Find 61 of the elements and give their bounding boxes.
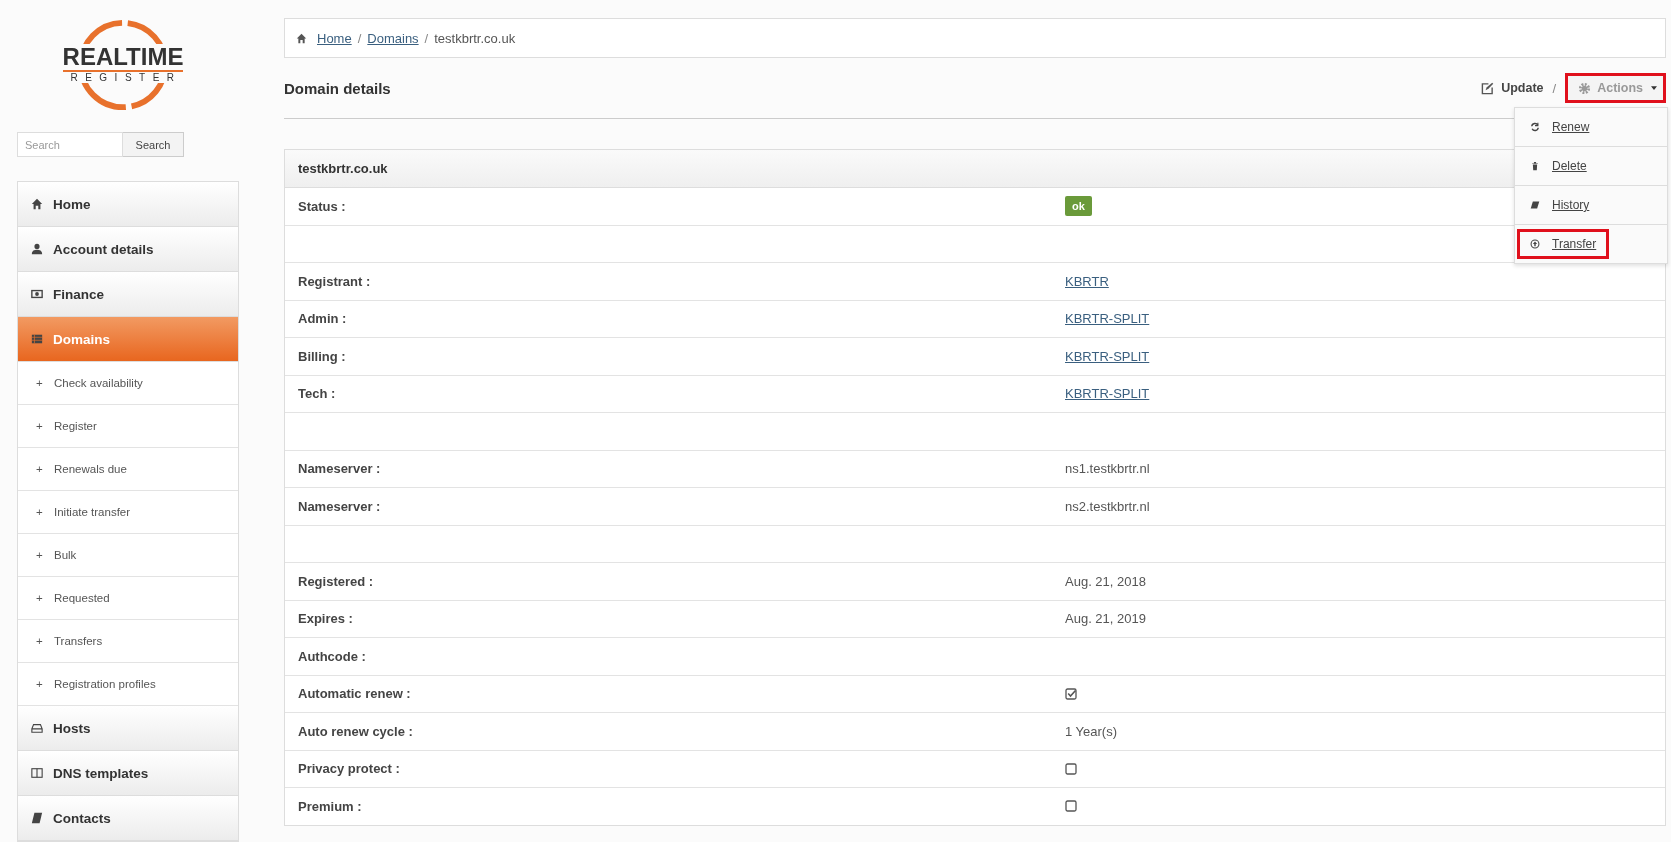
field-value: Aug. 21, 2018 (1065, 573, 1146, 589)
list-icon (31, 333, 43, 345)
field-label: Authcode : (297, 648, 367, 664)
sidebar-subitem[interactable]: + Requested (18, 577, 238, 620)
person-icon (31, 243, 43, 255)
toolbar-separator: / (1552, 80, 1557, 96)
update-button[interactable]: Update (1481, 81, 1544, 95)
menu-item[interactable]: History (1517, 190, 1603, 220)
contact-link[interactable]: KBRTR (1065, 273, 1109, 289)
field-label: Tech : (297, 386, 337, 402)
breadcrumb-link[interactable]: Domains (367, 30, 419, 46)
field-label: Expires : (297, 611, 354, 627)
contact-link[interactable]: KBRTR-SPLIT (1065, 348, 1150, 364)
menu-item[interactable]: Transfer (1517, 229, 1610, 259)
sidebar-subitem[interactable]: + Check availability (18, 362, 238, 405)
field-label: Registrant : (297, 273, 372, 289)
breadcrumb-link[interactable]: Home (317, 30, 352, 46)
field-label: Registered : (297, 573, 375, 589)
drive-icon (31, 722, 43, 734)
sidebar-subitem[interactable]: + Initiate transfer (18, 491, 238, 534)
sidebar-subitem[interactable]: + Register (18, 405, 238, 448)
banknote-icon (31, 288, 43, 300)
upload-icon (1530, 239, 1540, 249)
trash-icon (1530, 161, 1540, 171)
columns-icon (31, 767, 43, 779)
field-value: Aug. 21, 2019 (1065, 611, 1146, 627)
home-icon (31, 198, 43, 210)
sidebar-subitem[interactable]: + Transfers (18, 620, 238, 663)
menu-item[interactable]: Delete (1517, 151, 1600, 181)
field-value: ns1.testkbrtr.nl (1065, 461, 1150, 477)
field-label: Nameserver : (297, 498, 382, 514)
field-value: ns2.testkbrtr.nl (1065, 498, 1150, 514)
sidebar-subitem[interactable]: + Renewals due (18, 448, 238, 491)
field-label: Admin : (297, 311, 348, 327)
book-icon (31, 812, 43, 824)
home-icon (296, 32, 307, 44)
field-label: Automatic renew : (297, 686, 412, 702)
field-label: Status : (297, 198, 347, 214)
gear-icon (1578, 81, 1592, 95)
caret-icon (1651, 86, 1657, 90)
sidebar-subitem[interactable]: + Bulk (18, 534, 238, 577)
book-icon (1530, 200, 1540, 210)
field-label: Premium : (297, 798, 363, 814)
field-label: Nameserver : (297, 461, 382, 477)
menu-item[interactable]: Renew (1517, 112, 1603, 142)
search-field[interactable]: Search (17, 132, 123, 157)
search-button[interactable]: Search (123, 132, 184, 157)
contact-link[interactable]: KBRTR-SPLIT (1065, 311, 1150, 327)
field-label: Billing : (297, 348, 347, 364)
field-label: Auto renew cycle : (297, 723, 414, 739)
refresh-icon (1530, 122, 1540, 132)
breadcrumb-separator: / (424, 30, 429, 46)
contact-link[interactable]: KBRTR-SPLIT (1065, 386, 1150, 402)
status-badge: ok (1065, 196, 1092, 217)
page-title: Domain details (284, 79, 391, 97)
breadcrumb-separator: / (357, 30, 362, 46)
logo: REALTIME REGISTER (63, 17, 183, 109)
field-value: 1 Year(s) (1065, 723, 1118, 739)
breadcrumb-current: testkbrtr.co.uk (434, 30, 516, 46)
field-label: Privacy protect : (297, 761, 401, 777)
edit-icon (1481, 81, 1495, 95)
